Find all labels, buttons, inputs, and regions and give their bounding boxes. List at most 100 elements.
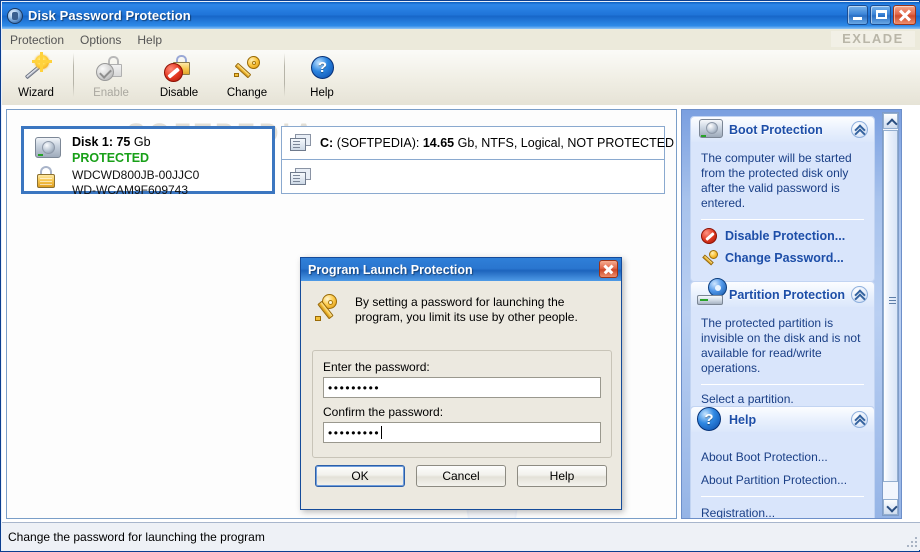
chevron-up-icon[interactable]	[851, 411, 868, 428]
toolbar-separator	[284, 53, 285, 97]
panel-help: ? Help About Boot Protection... About Pa…	[690, 406, 875, 518]
partition-icon	[290, 134, 312, 152]
client-area: SOFTPEDIA www.softpedia.com Disk 1: 75 G…	[2, 105, 920, 523]
panel-boot-protection: Boot Protection The computer will be sta…	[690, 116, 875, 282]
padlock-icon	[36, 166, 56, 188]
partition-size: 14.65	[422, 136, 455, 150]
password-field[interactable]: •••••••••	[323, 377, 601, 398]
partition-details: Gb, NTFS, Logical, NOT PROTECTED	[457, 136, 675, 150]
chevron-up-icon[interactable]	[851, 286, 868, 303]
disk-size-unit: Gb	[133, 135, 151, 149]
partition-list: C: (SOFTPEDIA): 14.65 Gb, NTFS, Logical,…	[281, 126, 674, 196]
scroll-up-button[interactable]	[883, 113, 898, 130]
confirm-password-field-label: Confirm the password:	[323, 405, 444, 419]
lock-check-icon	[95, 54, 127, 84]
panel-note: Select a partition.	[701, 392, 794, 406]
dialog-help-button[interactable]: Help	[517, 465, 607, 487]
toolbar-button-disable[interactable]: Disable	[145, 50, 213, 103]
panel-body-partition-protection: The protected partition is invisible on …	[691, 307, 874, 417]
password-field-value: •••••••••	[328, 380, 381, 395]
divider	[701, 219, 864, 220]
window-controls	[847, 5, 916, 25]
link-label: Disable Protection...	[725, 229, 846, 243]
scrollbar-grip-icon	[889, 297, 896, 298]
deny-icon	[701, 227, 719, 245]
panel-title-boot-protection: Boot Protection	[729, 122, 823, 137]
scroll-down-button[interactable]	[883, 499, 898, 515]
dialog-close-button[interactable]	[599, 260, 618, 278]
window-title: Disk Password Protection	[28, 8, 191, 23]
disk-name: Disk 1:	[72, 135, 113, 149]
link-registration[interactable]: Registration...	[701, 506, 864, 518]
panel-header-boot-protection[interactable]: Boot Protection	[691, 117, 874, 142]
partition-drive: C:	[320, 136, 334, 150]
toolbar-button-help[interactable]: ? Help	[288, 50, 356, 103]
toolbar-button-enable[interactable]: Enable	[77, 50, 145, 103]
divider	[701, 384, 864, 385]
link-about-boot-protection[interactable]: About Boot Protection...	[701, 450, 864, 464]
app-shield-icon	[7, 7, 23, 24]
status-text: Change the password for launching the pr…	[8, 529, 265, 544]
disk-model: WDCWD800JB-00JJC0	[72, 168, 200, 182]
disk-status-badge: PROTECTED	[72, 151, 150, 165]
panel-description: The protected partition is invisible on …	[701, 316, 861, 375]
resize-grip-icon[interactable]	[905, 535, 917, 547]
menu-item-options[interactable]: Options	[72, 31, 129, 49]
task-sidebar: Boot Protection The computer will be sta…	[681, 109, 902, 519]
exlade-brand-logo: EXLADE	[831, 31, 915, 47]
disk-item-selected[interactable]: Disk 1: 75 Gb PROTECTED WDCWD800JB-00JJC…	[21, 126, 275, 197]
wand-icon	[20, 52, 52, 84]
password-field-label: Enter the password:	[323, 360, 430, 374]
menu-item-help[interactable]: Help	[129, 31, 170, 49]
panel-description: The computer will be started from the pr…	[701, 151, 852, 210]
question-icon: ?	[697, 407, 721, 431]
toolbar-label-wizard: Wizard	[18, 87, 54, 99]
harddisk-icon	[699, 119, 723, 139]
panel-title-partition-protection: Partition Protection	[729, 287, 845, 302]
partition-row[interactable]	[281, 160, 665, 194]
toolbar-button-wizard[interactable]: Wizard	[2, 50, 70, 103]
question-icon: ?	[306, 54, 338, 84]
partition-text: C: (SOFTPEDIA): 14.65 Gb, NTFS, Logical,…	[320, 136, 674, 150]
panel-header-partition-protection[interactable]: Partition Protection	[691, 278, 874, 307]
toolbar-button-change[interactable]: Change	[213, 50, 281, 103]
toolbar-label-change: Change	[226, 87, 268, 99]
toolbar-label-disable: Disable	[159, 87, 199, 99]
close-button[interactable]	[893, 5, 916, 25]
panel-body-help: About Boot Protection... About Partition…	[691, 432, 874, 518]
disk-size: 75	[116, 135, 131, 149]
chevron-up-icon[interactable]	[851, 121, 868, 138]
scrollbar-thumb[interactable]	[883, 130, 898, 482]
link-disable-protection[interactable]: Disable Protection...	[701, 227, 864, 245]
confirm-password-field[interactable]: •••••••••	[323, 422, 601, 443]
link-label: Change Password...	[725, 251, 844, 265]
partition-row[interactable]: C: (SOFTPEDIA): 14.65 Gb, NTFS, Logical,…	[281, 126, 674, 160]
panel-body-boot-protection: The computer will be started from the pr…	[691, 142, 874, 281]
minimize-button[interactable]	[847, 5, 868, 25]
application-window: Disk Password Protection Protection Opti…	[0, 0, 920, 552]
link-change-password[interactable]: Change Password...	[701, 249, 864, 267]
program-launch-protection-dialog: Program Launch Protection By setting a p…	[300, 257, 622, 510]
ok-button[interactable]: OK	[315, 465, 405, 487]
link-about-partition-protection[interactable]: About Partition Protection...	[701, 473, 864, 487]
lock-deny-icon	[163, 54, 195, 84]
key-icon	[314, 294, 344, 324]
dialog-description: By setting a password for launching the …	[355, 295, 578, 324]
panel-header-help[interactable]: ? Help	[691, 407, 874, 432]
partition-icon	[290, 167, 312, 186]
cancel-button[interactable]: Cancel	[416, 465, 506, 487]
key-icon	[231, 54, 263, 84]
key-icon	[701, 249, 719, 267]
maximize-button[interactable]	[870, 5, 891, 25]
partition-label: (SOFTPEDIA):	[336, 136, 420, 150]
dialog-title: Program Launch Protection	[308, 262, 473, 277]
panel-partition-protection: Partition Protection The protected parti…	[690, 278, 875, 418]
toolbar-label-enable: Enable	[93, 87, 129, 99]
sidebar-scrollbar[interactable]	[882, 112, 899, 516]
menu-item-protection[interactable]: Protection	[2, 31, 72, 49]
dialog-button-row: OK Cancel Help	[301, 465, 621, 487]
harddisk-icon	[35, 137, 61, 159]
status-bar: Change the password for launching the pr…	[2, 522, 920, 550]
dialog-title-bar: Program Launch Protection	[301, 258, 621, 281]
menu-bar: Protection Options Help EXLADE	[2, 29, 920, 51]
